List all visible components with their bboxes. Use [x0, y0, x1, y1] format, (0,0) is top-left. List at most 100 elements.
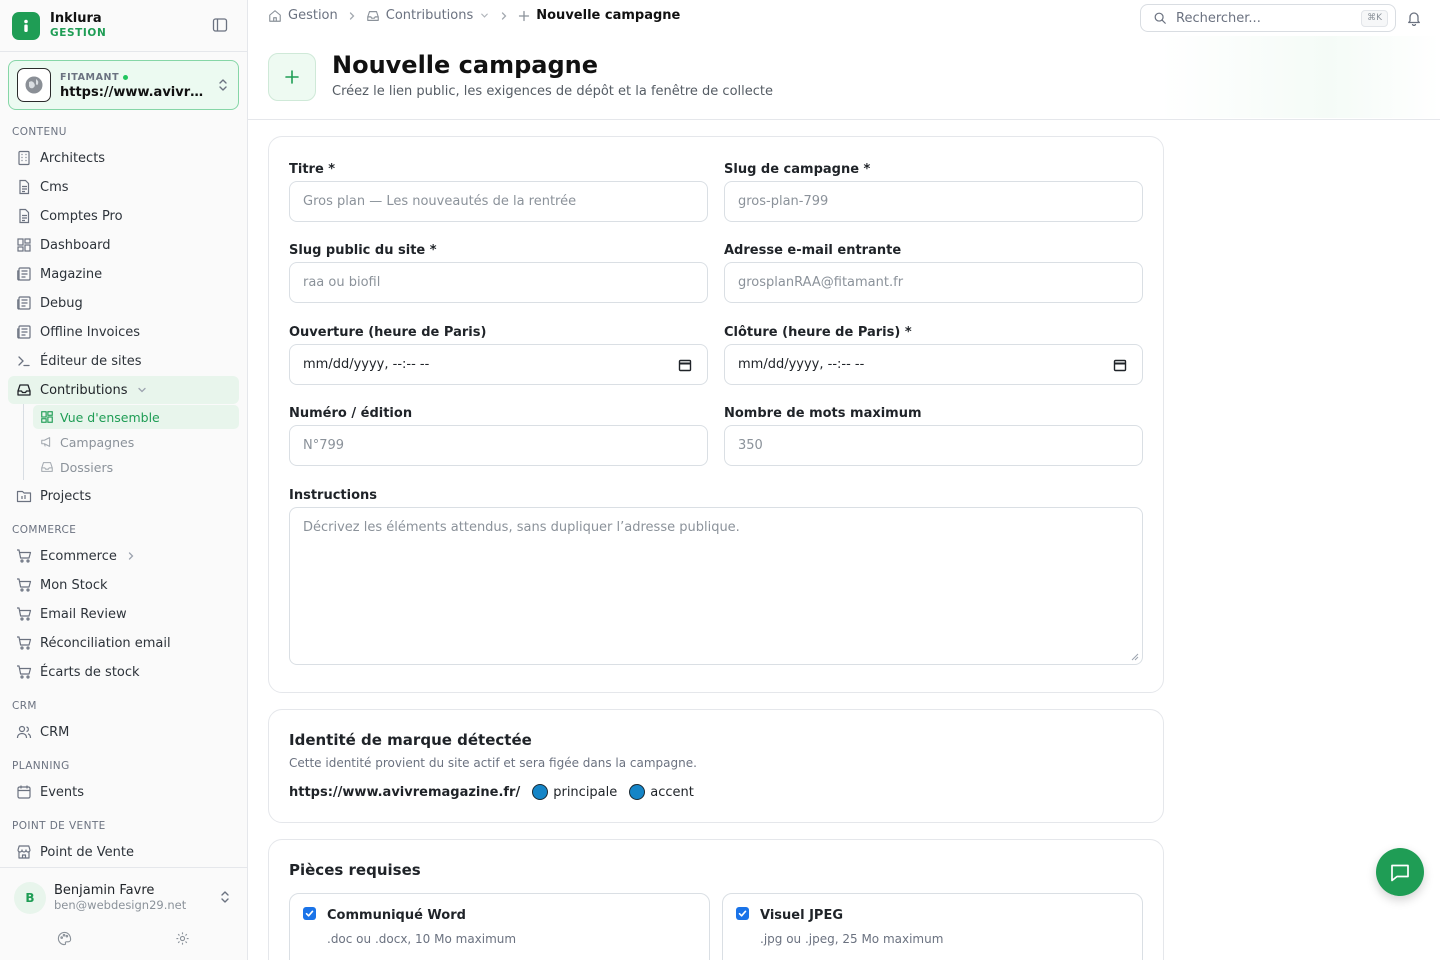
sub-vue-d-ensemble[interactable]: Vue d'ensemble	[33, 405, 239, 429]
breadcrumb-section[interactable]: Contributions	[386, 8, 474, 23]
calendar-icon[interactable]	[678, 358, 692, 372]
nav-email-review[interactable]: Email Review	[8, 600, 239, 628]
bell-icon[interactable]	[1406, 10, 1422, 26]
opening-datetime-input[interactable]: mm/dd/yyyy, --:-- --	[289, 344, 708, 385]
nav-projects[interactable]: Projects	[8, 482, 239, 510]
dashboard-icon	[17, 238, 31, 252]
checkbox-checked[interactable]	[736, 907, 749, 920]
required-pieces-card: Pièces requises Communiqué Word .doc ou …	[268, 839, 1164, 960]
sub-label: Campagnes	[60, 434, 135, 450]
site-url: https://www.avivremagazine.fr/	[60, 85, 206, 100]
sub-campagnes[interactable]: Campagnes	[33, 430, 239, 454]
calendar-icon[interactable]	[1113, 358, 1127, 372]
nav-label: Events	[40, 784, 85, 800]
search-icon	[1154, 12, 1166, 24]
nav-dashboard[interactable]: Dashboard	[8, 231, 239, 259]
nav-magazine[interactable]: Magazine	[8, 260, 239, 288]
nav-reconciliation-email[interactable]: Réconciliation email	[8, 629, 239, 657]
site-label: FITAMANT	[60, 72, 120, 83]
max-words-placeholder: 350	[738, 438, 763, 453]
brand-identity-row: https://www.avivremagazine.fr/ principal…	[289, 784, 694, 800]
nav-architects[interactable]: Architects	[8, 144, 239, 172]
search-input[interactable]: Rechercher... ⌘K	[1140, 4, 1396, 32]
nav-label: Point de Vente	[40, 844, 135, 860]
max-words-input[interactable]: 350	[724, 425, 1143, 466]
palette-icon[interactable]	[57, 931, 72, 946]
site-slug-label: Slug public du site *	[289, 243, 437, 258]
title-input[interactable]: Gros plan — Les nouveautés de la rentrée	[289, 181, 708, 222]
closing-datetime-input[interactable]: mm/dd/yyyy, --:-- --	[724, 344, 1143, 385]
nav-offline-invoices[interactable]: Offline Invoices	[8, 318, 239, 346]
brand[interactable]: Inklura GESTION	[12, 10, 106, 42]
nav-events[interactable]: Events	[8, 778, 239, 806]
issue-input[interactable]: N°799	[289, 425, 708, 466]
nav-ecommerce[interactable]: Ecommerce	[8, 542, 239, 570]
divider	[0, 867, 247, 868]
divider	[0, 51, 247, 52]
section-label-commerce: COMMERCE	[12, 524, 77, 536]
color-label-accent: accent	[650, 784, 694, 800]
max-words-label: Nombre de mots maximum	[724, 406, 922, 421]
sidebar: Inklura GESTION FITAMANT https://www.avi…	[0, 0, 248, 960]
chevron-down-icon	[137, 387, 146, 393]
piece-title: Visuel JPEG	[760, 908, 843, 923]
breadcrumb-root[interactable]: Gestion	[288, 8, 338, 23]
chevrons-up-down-icon[interactable]	[219, 890, 231, 904]
nav-mon-stock[interactable]: Mon Stock	[8, 571, 239, 599]
inbox-icon	[41, 462, 53, 472]
nav-label: Comptes Pro	[40, 208, 123, 224]
nav-contributions[interactable]: Contributions	[8, 376, 239, 404]
inbound-email-label: Adresse e-mail entrante	[724, 243, 902, 258]
site-slug-placeholder: raa ou biofil	[303, 275, 381, 290]
plus-icon	[519, 10, 530, 21]
gear-icon[interactable]	[175, 931, 190, 946]
instructions-textarea[interactable]: Décrivez les éléments attendus, sans dup…	[289, 507, 1143, 665]
site-switcher[interactable]: FITAMANT https://www.avivremagazine.fr/	[8, 60, 239, 110]
campaign-form-card: Titre * Gros plan — Les nouveautés de la…	[268, 136, 1164, 693]
piece-title: Communiqué Word	[327, 908, 466, 923]
chevron-right-icon	[349, 11, 355, 20]
sub-dossiers[interactable]: Dossiers	[33, 455, 239, 479]
file-icon	[19, 208, 30, 224]
inbound-email-input[interactable]: grosplanRAA@fitamant.fr	[724, 262, 1143, 303]
app-subtitle: GESTION	[50, 27, 107, 39]
chevron-down-icon[interactable]	[479, 10, 490, 21]
nav-ecarts-de-stock[interactable]: Écarts de stock	[8, 658, 239, 686]
piece-option[interactable]: Visuel JPEG .jpg ou .jpeg, 25 Mo maximum	[722, 893, 1143, 960]
inbox-icon	[17, 384, 31, 396]
chevrons-up-down-icon	[217, 78, 229, 92]
chat-button[interactable]	[1376, 848, 1424, 896]
dashboard-icon	[41, 411, 53, 423]
user-menu[interactable]: B Benjamin Favre ben@webdesign29.net	[14, 882, 186, 914]
nav-point-de-vente[interactable]: Point de Vente	[8, 838, 239, 866]
newspaper-icon	[17, 296, 31, 310]
resize-handle-icon[interactable]	[1130, 652, 1139, 661]
cart-icon	[17, 578, 32, 592]
checkbox-checked[interactable]	[303, 907, 316, 920]
nav-comptes-pro[interactable]: Comptes Pro	[8, 202, 239, 230]
nav-label: Écarts de stock	[40, 664, 140, 680]
plus-icon	[268, 53, 316, 101]
site-slug-input[interactable]: raa ou biofil	[289, 262, 708, 303]
nav-crm[interactable]: CRM	[8, 718, 239, 746]
chevron-right-icon	[502, 11, 507, 20]
terminal-icon	[18, 356, 30, 367]
nav-label: Offline Invoices	[40, 324, 141, 340]
divider	[248, 119, 1440, 120]
section-label-crm: CRM	[12, 700, 37, 712]
campaign-slug-input[interactable]: gros-plan-799	[724, 181, 1143, 222]
page-subtitle: Créez le lien public, les exigences de d…	[332, 84, 773, 99]
status-dot	[123, 75, 129, 80]
section-label-content: CONTENU	[12, 126, 67, 138]
nav-cms[interactable]: Cms	[8, 173, 239, 201]
calendar-icon	[17, 785, 31, 799]
nav-editeur-de-sites[interactable]: Éditeur de sites	[8, 347, 239, 375]
sidebar-toggle-icon[interactable]	[212, 17, 230, 35]
piece-option[interactable]: Communiqué Word .doc ou .docx, 10 Mo max…	[289, 893, 710, 960]
piece-description: .jpg ou .jpeg, 25 Mo maximum	[760, 932, 944, 946]
brand-url: https://www.avivremagazine.fr/	[289, 784, 521, 800]
megaphone-icon	[41, 437, 51, 447]
building-icon	[18, 150, 30, 166]
page-title: Nouvelle campagne	[332, 51, 599, 79]
nav-debug[interactable]: Debug	[8, 289, 239, 317]
